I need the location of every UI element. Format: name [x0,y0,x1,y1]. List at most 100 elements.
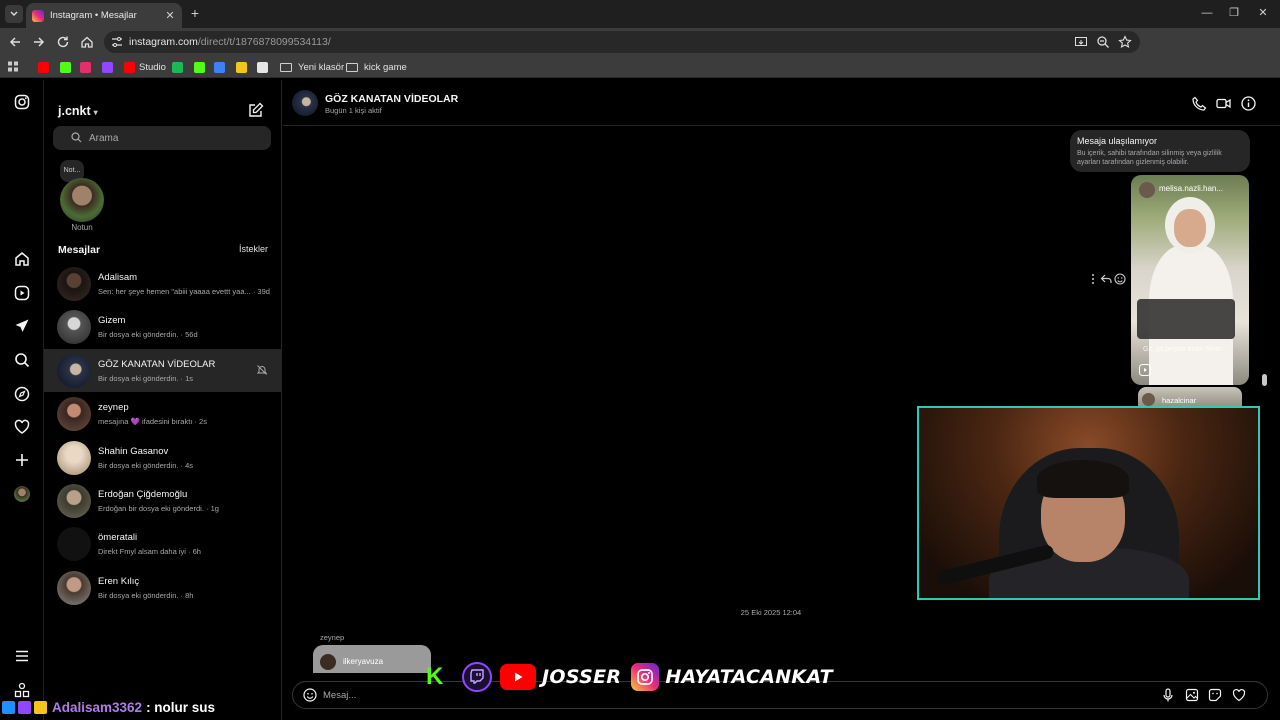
sticker-icon[interactable] [1208,688,1222,702]
also-from-meta-icon[interactable] [14,682,30,698]
minimize-button[interactable]: — [1200,6,1214,20]
reply-icon[interactable] [1100,273,1112,285]
more-options-icon[interactable] [1087,273,1099,285]
zoom-icon[interactable] [1096,35,1110,49]
note-avatar[interactable] [60,178,104,222]
home-icon[interactable] [80,35,94,49]
tab-bar: Instagram • Mesajlar ✕ + — ❐ ✕ [0,0,1280,28]
unavailable-title: Mesaja ulaşılamıyor [1077,136,1158,146]
new-tab-button[interactable]: + [188,5,202,21]
bookmark-item[interactable] [80,61,95,73]
unavailable-message: Mesaja ulaşılamıyor Bu içerik, sahibi ta… [1070,130,1250,172]
close-window-button[interactable]: ✕ [1256,6,1270,20]
more-menu-icon[interactable] [14,648,30,664]
address-bar[interactable]: instagram.com/direct/t/1876878099534113/ [104,31,1140,53]
muted-bell-icon [256,364,268,375]
twitch-logo-icon [462,662,492,692]
conversation-name: Adalisam [98,272,138,283]
notifications-heart-icon[interactable] [14,419,30,435]
chat-pane: GÖZ KANATAN VİDEOLAR Bugün 1 kişi aktif … [283,80,1280,720]
note-label: Notun [71,223,93,232]
bookmark-item[interactable] [60,61,75,73]
conversation-item[interactable]: Adalisam Sen: her şeye hemen "abiii yaaaa… [44,262,282,305]
bookmark-item[interactable]: Studio [124,61,166,73]
shared-reel[interactable]: melisa.nazli.han... Git, git peşimi bıra… [1131,175,1249,385]
home-icon[interactable] [14,251,30,267]
conversation-item[interactable]: Shahin Gasanov Bir dosya eki gönderdin. ·… [44,436,282,479]
back-arrow-icon[interactable] [8,35,22,49]
twitch-icon [102,61,113,73]
video-call-icon[interactable] [1216,96,1231,111]
close-tab-icon[interactable]: ✕ [164,9,176,22]
conversation-preview: Bir dosya eki gönderdin. · 8h [98,590,194,600]
streamer-webcam-overlay [917,406,1260,600]
messages-icon[interactable] [14,318,30,334]
new-message-icon[interactable] [248,102,264,118]
conversations-sidebar: j.cnkt▾ Not... Notun Mesajlar İstekler A… [44,80,282,720]
avatar [57,440,91,475]
maximize-button[interactable]: ❐ [1227,6,1241,20]
site-settings-icon[interactable] [110,35,124,49]
conversation-item[interactable]: Gizem Bir dosya eki gönderdin. · 56d [44,305,282,348]
chevron-down-icon: ▾ [93,108,98,117]
bookmark-folder-kick-game[interactable]: kick game [346,61,407,73]
conversation-item[interactable]: Eren Kılıç Bir dosya eki gönderdin. · 8h [44,566,282,609]
group-avatar[interactable] [292,90,318,116]
chat-scrollbar[interactable] [1260,128,1268,672]
badge-icon [18,700,31,714]
tab-search-button[interactable] [5,5,23,23]
bookmark-item[interactable] [38,61,53,73]
apps-grid-icon[interactable] [8,61,19,73]
create-plus-icon[interactable] [14,452,30,468]
shared-post-preview[interactable]: ilkeryavuza [313,645,431,673]
conversation-item[interactable]: ömeratali Direkt Fmyl alsam daha iyi · 6h [44,522,282,565]
folder-icon [280,62,292,72]
forward-arrow-icon[interactable] [32,35,46,49]
conversation-item[interactable]: Erdoğan Çiğdemoğlu Erdoğan bir dosya eki … [44,479,282,522]
bookmark-item[interactable] [236,61,251,73]
reel-user-avatar [1139,182,1155,198]
instagram-logo-icon[interactable] [14,94,30,110]
search-input[interactable] [89,130,259,146]
reel-username: melisa.nazli.han... [1159,184,1224,193]
bookmark-item[interactable] [172,61,187,73]
account-switcher[interactable]: j.cnkt ▾ [58,104,98,118]
image-upload-icon[interactable] [1185,688,1199,702]
youtube-icon [38,61,49,73]
bookmark-item[interactable] [214,61,229,73]
requests-link[interactable]: İstekler [239,244,268,254]
instagram-logo-icon [631,663,660,691]
search-icon[interactable] [14,352,30,368]
reels-icon[interactable] [14,285,30,301]
scrollbar-thumb[interactable] [1262,374,1267,386]
explore-icon[interactable] [14,386,30,402]
bookmark-item[interactable] [194,61,209,73]
conversation-preview: Erdoğan bir dosya eki gönderdi. · 1g [98,504,219,513]
conversation-info-icon[interactable] [1241,96,1256,111]
bookmark-folder-yeni-klasor[interactable]: Yeni klasör [280,61,344,73]
like-heart-icon[interactable] [1232,688,1246,702]
bookmark-item[interactable] [257,61,272,73]
react-emoji-icon[interactable] [1114,273,1126,285]
bookmark-item[interactable] [102,61,117,73]
conversation-item[interactable]: GÖZ KANATAN VİDEOLAR Bir dosya eki gönder… [44,348,282,392]
reels-icon [1139,364,1151,376]
conversation-item[interactable]: zeynep mesajına 💜 ifadesini bıraktı · 2s [44,392,282,435]
browser-tab[interactable]: Instagram • Mesajlar ✕ [26,3,182,28]
chat-message-text: : nolur sus [146,699,216,715]
emoji-icon[interactable] [303,688,317,702]
stream-chat-message: Adalisam3362 : nolur sus [2,698,215,716]
install-app-icon[interactable] [1074,35,1088,49]
username-label: j.cnkt [58,104,91,118]
webcam-person-hair [1037,460,1129,498]
kick-icon [194,61,205,73]
reel-comment-overlay [1137,299,1235,339]
conversation-preview: Bir dosya eki gönderdin. · 1s [98,373,194,383]
group-name[interactable]: GÖZ KANATAN VİDEOLAR [325,93,458,105]
profile-avatar[interactable] [14,486,30,502]
microphone-icon[interactable] [1161,688,1175,702]
bookmark-star-icon[interactable] [1118,35,1132,49]
voice-call-icon[interactable] [1192,96,1207,111]
reload-icon[interactable] [56,35,70,49]
kick-logo-icon: K [426,663,444,690]
